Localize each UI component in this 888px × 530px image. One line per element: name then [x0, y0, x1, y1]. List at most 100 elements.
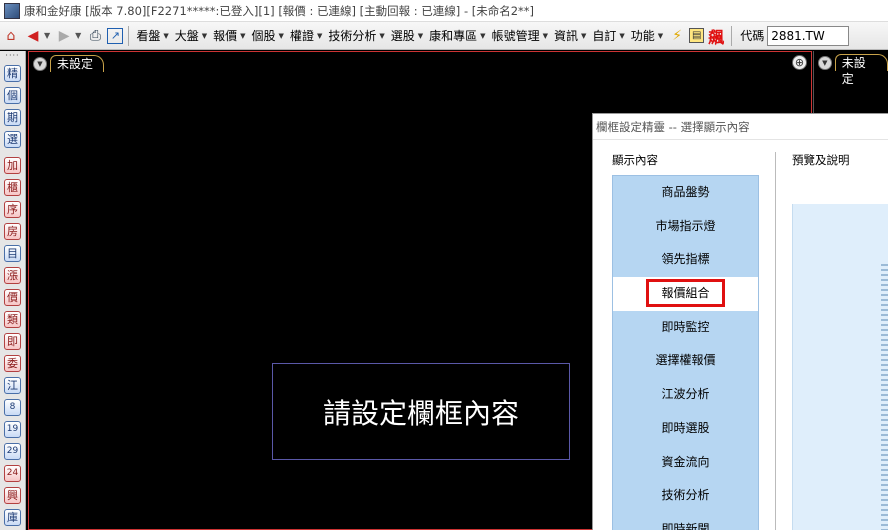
left-button-wei[interactable]: 委: [4, 355, 21, 372]
menu-toolbar: ⌂ ◀ ▼ ▶ ▼ ⎙ ↗ 看盤 ▼ 大盤 ▼ 報價 ▼ 個股 ▼ 權證 ▼ 技術分析 ▼ …: [0, 22, 888, 50]
lightning-icon[interactable]: ⚡: [667, 26, 687, 46]
caret-down-icon: ▼: [542, 31, 548, 40]
menu-label: 技術分析: [328, 29, 377, 43]
app-icon: [4, 2, 20, 19]
menu-label: 報價: [213, 29, 238, 43]
calendar-icon[interactable]: ▤: [689, 28, 705, 43]
left-button-jia[interactable]: 加: [4, 157, 21, 174]
left-button-jia2[interactable]: 價: [4, 289, 21, 306]
surge-icon[interactable]: 飆: [706, 26, 726, 47]
caret-down-icon: ▼: [240, 31, 246, 40]
menu-kanpan[interactable]: 看盤 ▼: [133, 27, 171, 44]
list-item[interactable]: 即時監控: [613, 311, 758, 345]
panel-tab: ▼ 未設定: [33, 55, 105, 72]
back-dropdown-icon[interactable]: ▼: [44, 31, 50, 40]
menu-label: 看盤: [136, 29, 161, 43]
forward-arrow-icon[interactable]: ▶: [54, 26, 74, 46]
list-item[interactable]: 市場指示燈: [613, 210, 758, 244]
caret-down-icon: ▼: [580, 31, 587, 40]
menu-label: 功能: [630, 29, 655, 43]
home-icon[interactable]: ⌂: [1, 26, 21, 46]
menu-quote[interactable]: 報價 ▼: [210, 27, 248, 44]
list-item[interactable]: 資金流向: [613, 446, 758, 480]
menu-label: 個股: [251, 29, 276, 43]
toolbar-separator: [731, 25, 733, 46]
list-item-label: 江波分析: [661, 387, 710, 402]
zoom-in-icon[interactable]: ⊕: [792, 55, 807, 70]
forward-dropdown-icon[interactable]: ▼: [75, 31, 81, 40]
back-arrow-icon[interactable]: ◀: [23, 26, 43, 46]
list-item-label: 技術分析: [661, 488, 710, 503]
title-bar: 康和金好康 [版本 7.80][F2271*****:已登入][1] [報價 :…: [0, 0, 888, 22]
left-button-19[interactable]: 19: [4, 421, 21, 438]
menu-warrant[interactable]: 權證 ▼: [287, 27, 325, 44]
list-item-label: 領先指標: [661, 252, 710, 267]
list-item-label: 資金流向: [661, 454, 710, 469]
left-button-jiang[interactable]: 江: [4, 377, 21, 394]
caret-down-icon: ▼: [163, 31, 169, 40]
left-button-gui[interactable]: 櫃: [4, 179, 21, 196]
left-button-xing[interactable]: 興: [4, 487, 21, 504]
content-list[interactable]: 商品盤勢 市場指示燈 領先指標 報價組合 即時監控 選擇權報價 江波分析 即時選…: [612, 175, 759, 530]
left-button-29[interactable]: 29: [4, 443, 21, 460]
menu-info[interactable]: 資訊 ▼: [551, 27, 589, 44]
menu-label: 自訂: [592, 29, 617, 43]
menu-label: 權證: [289, 29, 314, 43]
preview-image-edge: [881, 264, 888, 530]
stock-code-input[interactable]: [767, 25, 850, 46]
panel-tab: ▼ 未設定: [818, 54, 888, 86]
list-item[interactable]: 領先指標: [613, 243, 758, 277]
left-button-qi[interactable]: 期: [4, 109, 21, 126]
list-item[interactable]: 選擇權報價: [613, 344, 758, 378]
panel-tab-label[interactable]: 未設定: [50, 55, 105, 72]
menu-function[interactable]: 功能 ▼: [628, 27, 666, 44]
left-button-8[interactable]: 8: [4, 399, 21, 416]
list-item[interactable]: 技術分析: [613, 479, 758, 513]
left-button-xu[interactable]: 序: [4, 201, 21, 218]
dialog-title: 欄框設定精靈 -- 選擇顯示內容: [593, 114, 888, 140]
print-icon[interactable]: ⎙: [85, 26, 105, 46]
menu-label: 帳號管理: [491, 29, 540, 43]
caret-down-icon: ▼: [201, 31, 208, 40]
menu-label: 康和專區: [429, 29, 478, 43]
left-button-lei[interactable]: 類: [4, 311, 21, 328]
list-item[interactable]: 江波分析: [613, 378, 758, 412]
setup-prompt-box[interactable]: 請設定欄框內容: [272, 363, 570, 460]
list-item[interactable]: 即時新聞: [613, 513, 758, 530]
left-button-fang[interactable]: 房: [4, 223, 21, 240]
menu-kanghe-zone[interactable]: 康和專區 ▼: [426, 27, 488, 44]
menu-stock[interactable]: 個股 ▼: [249, 27, 287, 44]
left-button-mu[interactable]: 目: [4, 245, 21, 262]
menu-screener[interactable]: 選股 ▼: [388, 27, 426, 44]
link-icon[interactable]: ↗: [107, 27, 124, 44]
menu-dapan[interactable]: 大盤 ▼: [172, 27, 210, 44]
menu-label: 大盤: [174, 29, 199, 43]
list-item-label: 即時選股: [661, 420, 710, 435]
left-button-zhang[interactable]: 漲: [4, 267, 21, 284]
left-button-24[interactable]: 24: [4, 465, 21, 482]
grip-handle[interactable]: ····: [0, 51, 25, 61]
left-button-ge[interactable]: 個: [4, 87, 21, 104]
menu-account[interactable]: 帳號管理 ▼: [489, 27, 551, 44]
list-item-label: 即時監控: [661, 319, 710, 334]
panel-tab-label[interactable]: 未設定: [834, 54, 888, 86]
list-item-label: 選擇權報價: [655, 353, 716, 368]
chevron-down-icon[interactable]: ▼: [33, 56, 47, 71]
caret-down-icon: ▼: [278, 31, 284, 40]
list-item-label: 報價組合: [646, 279, 725, 308]
left-button-ji[interactable]: 即: [4, 333, 21, 350]
list-item[interactable]: 商品盤勢: [613, 176, 758, 210]
caret-down-icon: ▼: [379, 31, 385, 40]
list-item-selected[interactable]: 報價組合: [613, 277, 758, 311]
left-button-xuan[interactable]: 選: [4, 131, 21, 148]
menu-technical[interactable]: 技術分析 ▼: [325, 27, 387, 44]
chevron-down-icon[interactable]: ▼: [818, 55, 832, 70]
left-button-jing[interactable]: 精: [4, 65, 21, 82]
left-button-ku[interactable]: 庫: [4, 509, 21, 526]
dialog-divider: [775, 152, 776, 530]
window-title: 康和金好康 [版本 7.80][F2271*****:已登入][1] [報價 :…: [24, 3, 535, 18]
list-item[interactable]: 即時選股: [613, 412, 758, 446]
menu-custom[interactable]: 自訂 ▼: [589, 27, 627, 44]
caret-down-icon: ▼: [657, 31, 664, 40]
caret-down-icon: ▼: [417, 31, 424, 40]
